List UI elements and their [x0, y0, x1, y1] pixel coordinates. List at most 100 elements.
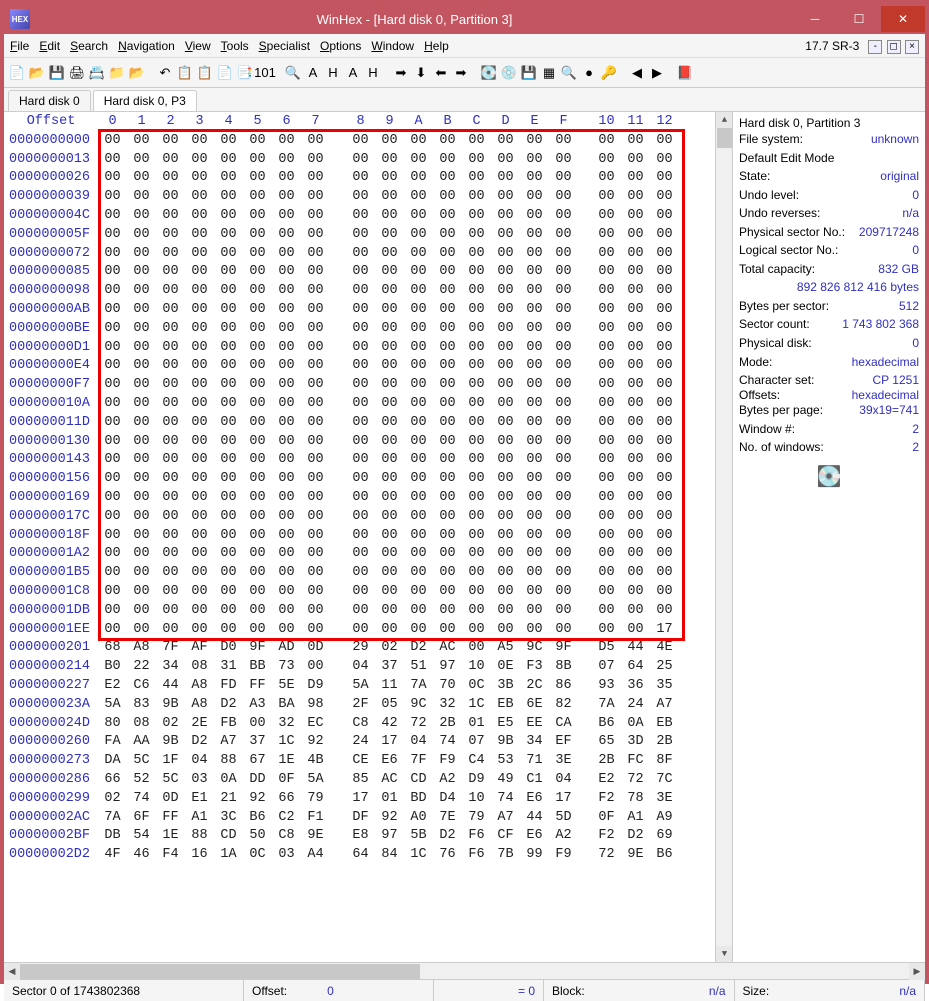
- toolbar-icon-23[interactable]: ⬅: [432, 64, 450, 82]
- menu-file[interactable]: File: [10, 39, 29, 53]
- toolbar-icon-19[interactable]: H: [364, 64, 382, 82]
- byte-cell[interactable]: D5: [592, 640, 621, 655]
- byte-cell[interactable]: 9E: [301, 828, 330, 843]
- toolbar-icon-9[interactable]: 📋: [176, 64, 194, 82]
- byte-cell[interactable]: 44: [156, 678, 185, 693]
- byte-cell[interactable]: 3C: [214, 810, 243, 825]
- toolbar-icon-27[interactable]: 💿: [500, 64, 518, 82]
- byte-cell[interactable]: BA: [272, 697, 301, 712]
- menu-specialist[interactable]: Specialist: [259, 39, 310, 53]
- byte-cell[interactable]: F9: [549, 847, 578, 862]
- byte-cell[interactable]: CD: [404, 772, 433, 787]
- byte-cell[interactable]: 0C: [243, 847, 272, 862]
- byte-cell[interactable]: 32: [272, 716, 301, 731]
- toolbar-icon-16[interactable]: A: [304, 64, 322, 82]
- byte-cell[interactable]: 72: [621, 772, 650, 787]
- col-header-C[interactable]: C: [462, 114, 491, 129]
- byte-cell[interactable]: 2B: [650, 734, 679, 749]
- byte-cell[interactable]: A8: [185, 678, 214, 693]
- menu-window[interactable]: Window: [371, 39, 414, 53]
- byte-cell[interactable]: 53: [491, 753, 520, 768]
- byte-cell[interactable]: 02: [98, 791, 127, 806]
- byte-cell[interactable]: 54: [127, 828, 156, 843]
- byte-cell[interactable]: 3E: [549, 753, 578, 768]
- byte-cell[interactable]: 31: [214, 659, 243, 674]
- byte-cell[interactable]: E5: [491, 716, 520, 731]
- byte-cell[interactable]: 51: [404, 659, 433, 674]
- byte-cell[interactable]: 80: [98, 716, 127, 731]
- scroll-thumb[interactable]: [717, 128, 732, 148]
- col-header-8[interactable]: 8: [346, 114, 375, 129]
- byte-cell[interactable]: E8: [346, 828, 375, 843]
- toolbar-icon-3[interactable]: 🖨: [68, 64, 86, 82]
- byte-cell[interactable]: EB: [650, 716, 679, 731]
- byte-cell[interactable]: 03: [185, 772, 214, 787]
- byte-cell[interactable]: AF: [185, 640, 214, 655]
- byte-cell[interactable]: 74: [127, 791, 156, 806]
- byte-cell[interactable]: F3: [520, 659, 549, 674]
- col-header-A[interactable]: A: [404, 114, 433, 129]
- byte-cell[interactable]: 11: [375, 678, 404, 693]
- byte-cell[interactable]: 7C: [650, 772, 679, 787]
- byte-cell[interactable]: 76: [433, 847, 462, 862]
- byte-cell[interactable]: E6: [520, 791, 549, 806]
- byte-cell[interactable]: F1: [301, 810, 330, 825]
- col-header-12[interactable]: 12: [650, 114, 679, 129]
- byte-cell[interactable]: C8: [346, 716, 375, 731]
- scroll-thumb-h[interactable]: [20, 964, 420, 979]
- toolbar-icon-11[interactable]: 📄: [216, 64, 234, 82]
- byte-cell[interactable]: 66: [272, 791, 301, 806]
- byte-cell[interactable]: 7F: [156, 640, 185, 655]
- toolbar-icon-24[interactable]: ➡: [452, 64, 470, 82]
- toolbar-icon-1[interactable]: 📂: [28, 64, 46, 82]
- byte-cell[interactable]: DD: [243, 772, 272, 787]
- scroll-up-icon[interactable]: ▲: [716, 112, 733, 128]
- byte-cell[interactable]: 70: [433, 678, 462, 693]
- byte-cell[interactable]: 92: [243, 791, 272, 806]
- byte-cell[interactable]: F4: [156, 847, 185, 862]
- byte-cell[interactable]: 01: [375, 791, 404, 806]
- byte-cell[interactable]: 71: [520, 753, 549, 768]
- byte-cell[interactable]: 7A: [98, 810, 127, 825]
- byte-cell[interactable]: EC: [301, 716, 330, 731]
- hex-row[interactable]: 0000000260FAAA9BD2A7371C9224170474079B34…: [4, 733, 732, 752]
- byte-cell[interactable]: 8B: [549, 659, 578, 674]
- byte-cell[interactable]: 42: [375, 716, 404, 731]
- byte-cell[interactable]: 9B: [491, 734, 520, 749]
- menu-edit[interactable]: Edit: [39, 39, 60, 53]
- col-header-0[interactable]: 0: [98, 114, 127, 129]
- byte-cell[interactable]: F9: [433, 753, 462, 768]
- byte-cell[interactable]: 7A: [404, 678, 433, 693]
- byte-cell[interactable]: A0: [404, 810, 433, 825]
- byte-cell[interactable]: 66: [98, 772, 127, 787]
- byte-cell[interactable]: 7A: [592, 697, 621, 712]
- byte-cell[interactable]: 17: [549, 791, 578, 806]
- byte-cell[interactable]: D9: [301, 678, 330, 693]
- toolbar-icon-18[interactable]: A: [344, 64, 362, 82]
- horizontal-scrollbar[interactable]: ◀ ▶: [4, 962, 925, 979]
- byte-cell[interactable]: DF: [346, 810, 375, 825]
- byte-cell[interactable]: 00: [243, 716, 272, 731]
- byte-cell[interactable]: D2: [214, 697, 243, 712]
- byte-cell[interactable]: 85: [346, 772, 375, 787]
- byte-cell[interactable]: 9C: [404, 697, 433, 712]
- byte-cell[interactable]: 35: [650, 678, 679, 693]
- byte-cell[interactable]: D2: [433, 828, 462, 843]
- byte-cell[interactable]: 0C: [462, 678, 491, 693]
- byte-cell[interactable]: 74: [433, 734, 462, 749]
- byte-cell[interactable]: 6E: [520, 697, 549, 712]
- menu-navigation[interactable]: Navigation: [118, 39, 175, 53]
- hex-row[interactable]: 00000002D24F46F4161A0C03A464841C76F67B99…: [4, 845, 732, 864]
- vertical-scrollbar[interactable]: ▲ ▼: [715, 112, 732, 962]
- byte-cell[interactable]: A3: [243, 697, 272, 712]
- byte-cell[interactable]: A9: [650, 810, 679, 825]
- byte-cell[interactable]: 93: [592, 678, 621, 693]
- col-header-D[interactable]: D: [491, 114, 520, 129]
- byte-cell[interactable]: 0E: [491, 659, 520, 674]
- col-header-7[interactable]: 7: [301, 114, 330, 129]
- byte-cell[interactable]: A8: [127, 640, 156, 655]
- byte-cell[interactable]: A7: [650, 697, 679, 712]
- byte-cell[interactable]: 7E: [433, 810, 462, 825]
- byte-cell[interactable]: 86: [549, 678, 578, 693]
- toolbar-icon-8[interactable]: ↶: [156, 64, 174, 82]
